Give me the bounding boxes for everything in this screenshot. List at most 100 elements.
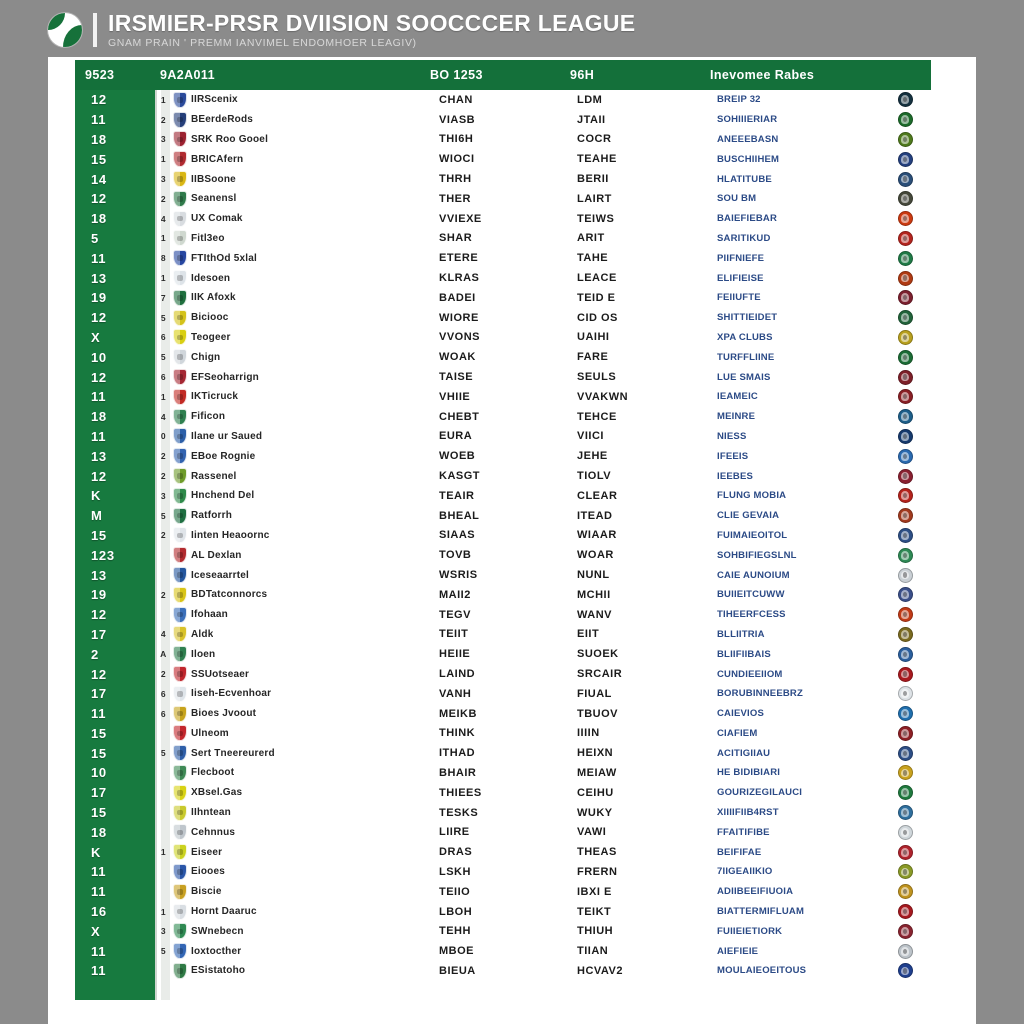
row-col5-link[interactable]: ACITIGIIAU (713, 748, 879, 759)
row-col5-link[interactable]: HE BIDIBIARI (713, 767, 879, 778)
row-col5-link[interactable]: FFAITIFIBE (713, 827, 879, 838)
row-col5-link[interactable]: LUE SMAIS (713, 372, 879, 383)
row-col5-link[interactable]: SOHIIIERIAR (713, 114, 879, 125)
row-team[interactable]: Aldk (170, 626, 433, 643)
column-header-c3[interactable]: BO 1253 (430, 68, 570, 82)
row-col5-link[interactable]: FEIIUFTE (713, 292, 879, 303)
table-row[interactable]: M 5 Ratforrh BHEAL ITEAD CLIE GEVAIA (75, 506, 931, 526)
row-col5-link[interactable]: XPA CLUBS (713, 332, 879, 343)
table-row[interactable]: 11 6 Bioes Jvoout MEIKB TBUOV CAIEVIOS (75, 704, 931, 724)
row-col5-link[interactable]: NIESS (713, 431, 879, 442)
table-row[interactable]: X 6 Teogeer VVONS UAIHI XPA CLUBS (75, 328, 931, 348)
row-col5-link[interactable]: CUNDIEEIIOM (713, 669, 879, 680)
row-col5-link[interactable]: 7IIGEAIIKIO (713, 866, 879, 877)
table-row[interactable]: 11 ESistatoho BIEUA HCVAV2 MOULAIEOEITOUS (75, 961, 931, 981)
row-col5-link[interactable]: SARITIKUD (713, 233, 879, 244)
column-header-c4[interactable]: 96H (570, 68, 710, 82)
row-team[interactable]: Ioxtocther (170, 943, 433, 960)
column-header-team[interactable]: 9A2A011 (160, 68, 430, 82)
table-row[interactable]: 11 Eiooes LSKH FRERN 7IIGEAIIKIO (75, 862, 931, 882)
table-row[interactable]: 12 Ifohaan TEGV WANV TIHEERFCESS (75, 605, 931, 625)
row-team[interactable]: Fitl3eo (170, 230, 433, 247)
row-team[interactable]: Hornt Daaruc (170, 903, 433, 920)
table-row[interactable]: 14 3 IIBSoone THRH BERII HLATITUBE (75, 169, 931, 189)
table-row[interactable]: 15 IIhntean TESKS WUKY XIIIIFIIB4RST (75, 803, 931, 823)
row-team[interactable]: BDTatconnorcs (170, 586, 433, 603)
table-row[interactable]: 17 XBsel.Gas THIEES CEIHU GOURIZEGILAUCI (75, 783, 931, 803)
table-row[interactable]: 19 7 IIK Afoxk BADEI TEID E FEIIUFTE (75, 288, 931, 308)
row-team[interactable]: Flecboot (170, 764, 433, 781)
row-team[interactable]: BEerdeRods (170, 111, 433, 128)
table-row[interactable]: 11 0 Ilane ur Saued EURA VIICI NIESS (75, 427, 931, 447)
row-col5-link[interactable]: BUSCHIIHEM (713, 154, 879, 165)
row-team[interactable]: Fificon (170, 408, 433, 425)
column-header-rank[interactable]: 9523 (75, 68, 160, 82)
table-row[interactable]: 12 6 EFSeoharrign TAISE SEULS LUE SMAIS (75, 367, 931, 387)
row-team[interactable]: IIBSoone (170, 171, 433, 188)
row-col5-link[interactable]: SOHBIFIEGSLNL (713, 550, 879, 561)
table-row[interactable]: 10 5 Chign WOAK FARE TURFFLIINE (75, 347, 931, 367)
table-row[interactable]: 10 Flecboot BHAIR MEIAW HE BIDIBIARI (75, 763, 931, 783)
row-team[interactable]: Iloen (170, 646, 433, 663)
row-team[interactable]: Biscie (170, 883, 433, 900)
table-row[interactable]: 15 1 BRICAfern WIOCI TEAHE BUSCHIIHEM (75, 149, 931, 169)
row-col5-link[interactable]: CLIE GEVAIA (713, 510, 879, 521)
row-col5-link[interactable]: BUIIEITCUWW (713, 589, 879, 600)
row-col5-link[interactable]: TURFFLIINE (713, 352, 879, 363)
row-team[interactable]: IIK Afoxk (170, 289, 433, 306)
table-row[interactable]: 18 4 UX Comak VVIEXE TEIWS BAIEFIEBAR (75, 209, 931, 229)
row-col5-link[interactable]: TIHEERFCESS (713, 609, 879, 620)
row-team[interactable]: Biciooc (170, 309, 433, 326)
row-col5-link[interactable]: BORUBINNEEBRZ (713, 688, 879, 699)
row-team[interactable]: Eiseer (170, 844, 433, 861)
row-col5-link[interactable]: BLLIITRIA (713, 629, 879, 640)
row-team[interactable]: Iiseh-Ecvenhoar (170, 685, 433, 702)
row-team[interactable]: IKTicruck (170, 388, 433, 405)
row-col5-link[interactable]: GOURIZEGILAUCI (713, 787, 879, 798)
row-col5-link[interactable]: IFEEIS (713, 451, 879, 462)
table-row[interactable]: 13 2 EBoe Rognie WOEB JEHE IFEEIS (75, 446, 931, 466)
row-team[interactable]: EBoe Rognie (170, 448, 433, 465)
row-col5-link[interactable]: FUIIEIETIORK (713, 926, 879, 937)
table-row[interactable]: 13 1 Idesoen KLRAS LEACE ELIFIEISE (75, 268, 931, 288)
row-team[interactable]: Rassenel (170, 468, 433, 485)
row-col5-link[interactable]: FLUNG MOBIA (713, 490, 879, 501)
table-row[interactable]: 15 5 Sert Tneereurerd ITHAD HEIXN ACITIGIIAU (75, 743, 931, 763)
row-team[interactable]: SWnebecn (170, 923, 433, 940)
row-col5-link[interactable]: BLIIFIIBAIS (713, 649, 879, 660)
row-col5-link[interactable]: HLATITUBE (713, 174, 879, 185)
row-col5-link[interactable]: SOU BM (713, 193, 879, 204)
row-col5-link[interactable]: MOULAIEOEITOUS (713, 965, 879, 976)
row-col5-link[interactable]: BEIFIFAE (713, 847, 879, 858)
row-team[interactable]: Hnchend Del (170, 487, 433, 504)
row-team[interactable]: Chign (170, 349, 433, 366)
row-col5-link[interactable]: BREIP 32 (713, 94, 879, 105)
column-header-c5[interactable]: Inevomee Rabes (710, 68, 870, 82)
row-col5-link[interactable]: FUIMAIEOITOL (713, 530, 879, 541)
table-row[interactable]: 12 2 Rassenel KASGT TIOLV IEEBES (75, 466, 931, 486)
table-row[interactable]: 5 1 Fitl3eo SHAR ARIT SARITIKUD (75, 229, 931, 249)
row-col5-link[interactable]: MEINRE (713, 411, 879, 422)
table-row[interactable]: K 3 Hnchend Del TEAIR CLEAR FLUNG MOBIA (75, 486, 931, 506)
table-row[interactable]: 11 Biscie TEIIO IBXI E ADIIBEEIFIUOIA (75, 882, 931, 902)
row-col5-link[interactable]: ADIIBEEIFIUOIA (713, 886, 879, 897)
table-row[interactable]: 17 4 Aldk TEIIT EIIT BLLIITRIA (75, 625, 931, 645)
row-col5-link[interactable]: BIATTERMIFLUAM (713, 906, 879, 917)
table-row[interactable]: 19 2 BDTatconnorcs MAII2 MCHII BUIIEITCUWW (75, 585, 931, 605)
row-col5-link[interactable]: CAIE AUNOIUM (713, 570, 879, 581)
row-team[interactable]: FTIthOd 5xlal (170, 250, 433, 267)
table-row[interactable]: 12 2 Seanensl THER LAIRT SOU BM (75, 189, 931, 209)
row-col5-link[interactable]: IEEBES (713, 471, 879, 482)
row-team[interactable]: Seanensl (170, 190, 433, 207)
row-team[interactable]: Teogeer (170, 329, 433, 346)
row-team[interactable]: UX Comak (170, 210, 433, 227)
row-col5-link[interactable]: AIEFIEIE (713, 946, 879, 957)
table-row[interactable]: 15 2 Iinten Heaoornc SIAAS WIAAR FUIMAIEOITOL (75, 526, 931, 546)
table-row[interactable]: 18 4 Fificon CHEBT TEHCE MEINRE (75, 407, 931, 427)
row-team[interactable]: Ulneom (170, 725, 433, 742)
row-col5-link[interactable]: CIAFIEM (713, 728, 879, 739)
row-team[interactable]: XBsel.Gas (170, 784, 433, 801)
row-team[interactable]: ESistatoho (170, 962, 433, 979)
row-team[interactable]: Cehnnus (170, 824, 433, 841)
row-team[interactable]: EFSeoharrign (170, 369, 433, 386)
